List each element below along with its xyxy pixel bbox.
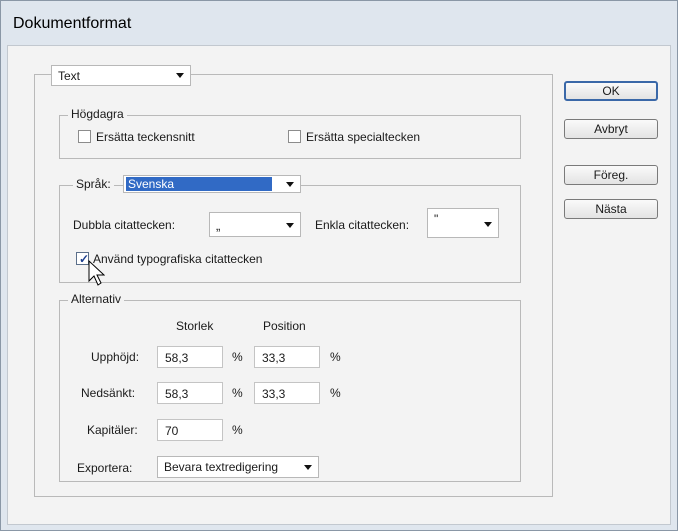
dialog-window: Dokumentformat Text Högdagra Ersätta tec…: [0, 0, 678, 531]
next-button[interactable]: Nästa: [564, 199, 658, 219]
percent-label: %: [232, 386, 243, 400]
subscript-position-field[interactable]: 33,3: [254, 382, 320, 404]
replace-special-checkbox[interactable]: [288, 130, 301, 143]
col-size-header: Storlek: [176, 319, 214, 333]
format-select[interactable]: Text: [51, 65, 191, 86]
window-title: Dokumentformat: [13, 15, 132, 32]
typographic-quotes-label: Använd typografiska citattecken: [93, 252, 263, 266]
superscript-label: Upphöjd:: [91, 350, 140, 364]
percent-label: %: [330, 386, 341, 400]
subscript-label: Nedsänkt:: [81, 386, 136, 400]
chevron-down-icon: [176, 73, 184, 78]
single-quotes-value: ": [434, 212, 439, 226]
double-quotes-label: Dubbla citattecken:: [73, 218, 176, 232]
smallcaps-field[interactable]: 70: [157, 419, 223, 441]
language-select-value: Svenska: [128, 177, 175, 191]
replace-fonts-label: Ersätta teckensnitt: [96, 130, 195, 144]
ok-button[interactable]: OK: [564, 81, 658, 101]
mouse-cursor-icon: [88, 259, 105, 286]
percent-label: %: [330, 350, 341, 364]
superscript-size-field[interactable]: 58,3: [157, 346, 223, 368]
language-label: Språk:: [73, 177, 114, 191]
chevron-down-icon: [304, 465, 312, 470]
alternativ-legend: Alternativ: [68, 292, 125, 306]
export-select[interactable]: Bevara textredigering: [157, 456, 319, 478]
export-label: Exportera:: [77, 461, 133, 475]
hogdagra-group: Högdagra Ersätta teckensnitt Ersätta spe…: [59, 107, 521, 159]
col-position-header: Position: [263, 319, 306, 333]
double-quotes-select[interactable]: „: [209, 212, 301, 237]
previous-button[interactable]: Föreg.: [564, 165, 658, 185]
language-select[interactable]: Svenska: [123, 175, 301, 193]
export-select-value: Bevara textredigering: [164, 460, 279, 474]
chevron-down-icon: [286, 223, 294, 228]
smallcaps-value: 70: [165, 424, 179, 438]
subscript-size-value: 58,3: [165, 387, 189, 401]
single-quotes-label: Enkla citattecken:: [315, 218, 410, 232]
superscript-position-value: 33,3: [262, 351, 286, 365]
subscript-position-value: 33,3: [262, 387, 286, 401]
subscript-size-field[interactable]: 58,3: [157, 382, 223, 404]
cancel-button[interactable]: Avbryt: [564, 119, 658, 139]
superscript-position-field[interactable]: 33,3: [254, 346, 320, 368]
chevron-down-icon: [286, 182, 294, 187]
title-bar: Dokumentformat: [1, 1, 677, 45]
replace-fonts-checkbox[interactable]: [78, 130, 91, 143]
chevron-down-icon: [484, 222, 492, 227]
single-quotes-select[interactable]: ": [427, 208, 499, 238]
superscript-size-value: 58,3: [165, 351, 189, 365]
format-select-value: Text: [58, 69, 81, 83]
replace-special-label: Ersätta specialtecken: [306, 130, 421, 144]
hogdagra-legend: Högdagra: [68, 107, 127, 121]
double-quotes-value: „: [216, 218, 221, 233]
smallcaps-label: Kapitäler:: [87, 423, 138, 437]
percent-label: %: [232, 423, 243, 437]
percent-label: %: [232, 350, 243, 364]
